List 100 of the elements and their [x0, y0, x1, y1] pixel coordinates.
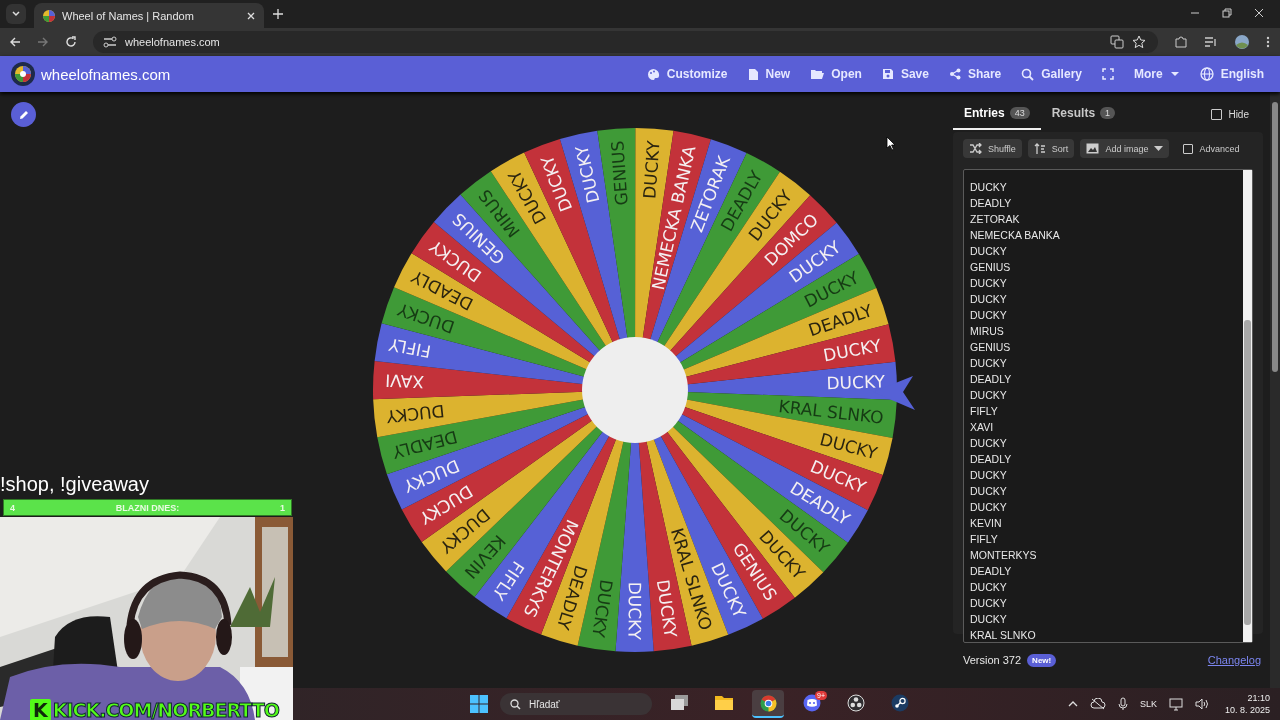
entry-line: GENIUS [970, 260, 1012, 275]
address-field[interactable]: wheelofnames.com [93, 31, 1158, 53]
entries-field[interactable]: DUCKY DEADLY ZETORAK NEMECKA BANKA DUCKY GENIUS DUCKY DUCKY DUCKY MIRUS GENIUS DUCKY DEADLY DUCKY FIFLY XAVI DUCKY DEADLY DUCKY DUCKY DUCKY KEVIN FIFLY MONTERKYS DEADLY DUCKY DUCKY DUCKY KRAL SLNKO [963, 169, 1253, 643]
counter-value: 1 [280, 502, 285, 513]
entry-line: ZETORAK [970, 212, 1021, 227]
segment-label: DUCKY [571, 143, 604, 205]
entry-line: KRAL SLNKO [970, 628, 1037, 643]
wheel-logo-icon [42, 8, 56, 23]
clock-date[interactable]: 10. 8. 2025 [1224, 704, 1270, 716]
advanced-checkbox[interactable] [1183, 143, 1194, 154]
sort-icon [1033, 142, 1046, 155]
segment-label: DUCKY [624, 581, 645, 640]
back-icon[interactable] [9, 36, 21, 48]
menu-button[interactable]: Customize [636, 61, 738, 87]
entry-line: DUCKY [970, 292, 1008, 307]
entry-line: DUCKY [970, 484, 1008, 499]
entry-line: DEADLY [970, 372, 1013, 387]
panel-tab[interactable]: Results 1 [1040, 98, 1127, 130]
reload-icon[interactable] [65, 36, 77, 48]
menu-button[interactable]: English [1189, 61, 1274, 87]
microphone-icon[interactable] [1117, 697, 1128, 711]
chevron-up-icon[interactable] [1067, 701, 1078, 707]
wheel-logo-icon[interactable] [11, 62, 35, 86]
kick-logo: K [30, 699, 51, 720]
tab-list-button[interactable] [6, 4, 26, 24]
page-scrollbar[interactable] [1270, 92, 1280, 688]
segment-label: KRAL SLNKO [777, 396, 885, 428]
entry-line: NEMECKA BANKA [970, 228, 1061, 243]
panel-tab[interactable]: Entries 43 [953, 98, 1041, 130]
menu-button[interactable]: Save [871, 61, 939, 87]
changelog-link[interactable]: Changelog [1207, 654, 1261, 666]
avatar-icon[interactable] [1234, 34, 1250, 50]
entry-line: GENIUS [970, 340, 1012, 355]
restore-icon[interactable] [1222, 8, 1232, 18]
close-icon[interactable] [1254, 8, 1264, 18]
folder-icon [715, 695, 733, 711]
segment-label: DUCKY [639, 139, 664, 200]
close-icon[interactable] [246, 10, 256, 21]
pencil-icon [17, 108, 30, 121]
site-settings-icon[interactable] [103, 36, 117, 48]
entry-line: DUCKY [970, 596, 1008, 611]
taskbar-app[interactable] [752, 690, 784, 718]
menu-icon[interactable] [1266, 36, 1270, 48]
taskbar-search-field[interactable]: Hľadať [500, 693, 652, 715]
menu-button[interactable]: Open [800, 61, 872, 87]
tool-button[interactable]: Sort [1027, 139, 1075, 158]
translate-icon[interactable] [1110, 35, 1124, 49]
count-badge: 1 [1100, 107, 1116, 119]
star-icon[interactable] [1132, 35, 1146, 49]
counter-value: 4 [10, 502, 15, 513]
entry-line: FIFLY [970, 532, 999, 547]
globe-icon [1199, 67, 1214, 81]
entry-line: DUCKY [970, 308, 1008, 323]
entry-line: DUCKY [970, 244, 1008, 259]
folder-icon [810, 68, 825, 80]
new-badge: New! [1027, 653, 1057, 667]
menu-button[interactable]: Share [938, 61, 1012, 87]
entry-line: DUCKY [970, 436, 1008, 451]
entry-line: XAVI [970, 420, 995, 435]
version-label: Version 372 [963, 654, 1022, 666]
entry-line: DEADLY [970, 196, 1013, 211]
windows-icon[interactable] [470, 695, 488, 713]
segment-label: GENIUS [607, 139, 632, 207]
share-icon [948, 68, 961, 80]
language-indicator[interactable]: SLK [1139, 699, 1157, 709]
new-tab-icon[interactable] [272, 8, 284, 20]
shuffle-icon [969, 143, 982, 154]
segment-label: DUCKY [826, 371, 886, 394]
recorder-icon [847, 694, 865, 712]
site-name[interactable]: wheelofnames.com [41, 65, 171, 83]
scrollbar[interactable] [1243, 170, 1252, 642]
tool-button[interactable]: Add image [1080, 139, 1170, 158]
entry-line: DUCKY [970, 612, 1008, 627]
wheel-drawing[interactable] [373, 128, 897, 652]
media-icon[interactable] [1204, 35, 1218, 49]
monitor-icon[interactable] [1168, 697, 1183, 711]
speaker-icon[interactable] [1194, 698, 1209, 710]
tab-label: Entries [964, 106, 1005, 120]
tool-button[interactable]: Shuffle [963, 139, 1022, 158]
browser-tab[interactable]: Wheel of Names | Random [34, 3, 264, 28]
entry-line: DUCKY [970, 180, 1008, 195]
checkbox-label: Advanced [1199, 143, 1240, 154]
entry-line: FIFLY [970, 404, 999, 419]
edit-button[interactable] [11, 102, 36, 127]
forward-icon[interactable] [37, 36, 49, 48]
fullscreen-icon [1102, 68, 1114, 80]
menu-button[interactable]: New [737, 61, 801, 87]
caret-icon [1169, 71, 1180, 77]
segment-label: DUCKY [821, 335, 883, 366]
menu-button[interactable]: More [1124, 61, 1190, 87]
hide-checkbox[interactable] [1211, 108, 1223, 120]
cloud-off-icon[interactable] [1089, 698, 1106, 710]
count-badge: 43 [1009, 107, 1030, 119]
game-store-icon [891, 694, 909, 712]
entry-line: DUCKY [970, 580, 1008, 595]
wheel-hub[interactable] [582, 337, 688, 443]
file-icon [747, 67, 759, 81]
menu-button[interactable]: Gallery [1011, 61, 1092, 87]
clock-time[interactable]: 21:10 [1247, 692, 1270, 704]
entry-line: KEVIN [970, 516, 1003, 531]
